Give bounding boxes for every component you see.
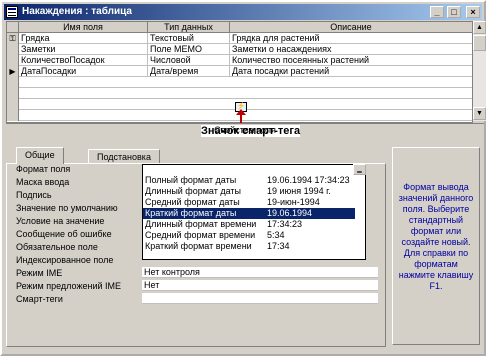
list-item[interactable]: Длинный формат времени 17:34:23	[143, 219, 355, 230]
table-icon	[6, 6, 18, 18]
title-bar[interactable]: Накаждения : таблица _ □ ×	[4, 4, 482, 20]
list-item[interactable]: Длинный формат даты 19 июня 1994 г.	[143, 186, 355, 197]
list-item[interactable]: Краткий формат времени 17:34	[143, 241, 355, 252]
field-properties-title: Свойства поля	[6, 123, 484, 136]
property-label: Маска ввода	[16, 177, 70, 187]
scroll-thumb[interactable]	[473, 35, 486, 51]
format-dropdown-list[interactable]: ‗ Полный формат даты 19.06.1994 17:34:23 …	[142, 164, 366, 260]
smart-tags-field[interactable]	[142, 293, 378, 304]
description-cell[interactable]: Грядка для растений	[230, 33, 472, 44]
window-title: Накаждения : таблица	[22, 6, 132, 17]
scroll-up-icon[interactable]: ▲	[473, 21, 486, 34]
data-type-cell[interactable]: Числовой	[148, 55, 230, 66]
description-cell[interactable]: Заметки о насаждениях	[230, 44, 472, 55]
property-label: Сообщение об ошибке	[16, 229, 112, 239]
data-type-cell[interactable]: Поле MEMO	[148, 44, 230, 55]
row-selector[interactable]	[7, 99, 19, 110]
list-item[interactable]: Средний формат времени 5:34	[143, 230, 355, 241]
property-label: Подпись	[16, 190, 52, 200]
property-label: Формат поля	[16, 164, 71, 174]
help-text-panel: Формат вывода значений данного поля. Выб…	[392, 147, 480, 345]
scroll-down-icon[interactable]: ▼	[473, 107, 486, 120]
maximize-button[interactable]: □	[447, 6, 461, 18]
ime-mode-field[interactable]: Нет контроля	[142, 267, 378, 278]
property-label: Индексированное поле	[16, 255, 114, 265]
property-label: Смарт-теги	[16, 294, 63, 304]
field-name-cell[interactable]: КоличествоПосадок	[19, 55, 148, 66]
property-label: Режим IME	[16, 268, 63, 278]
key-icon[interactable]: ⚿	[7, 33, 19, 44]
row-selector[interactable]	[7, 55, 19, 66]
column-header-field-name[interactable]: Имя поля	[19, 22, 148, 33]
description-cell[interactable]: Количество посеянных растений	[230, 55, 472, 66]
current-row-arrow-icon[interactable]: ▶	[7, 66, 19, 77]
column-header-data-type[interactable]: Тип данных	[148, 22, 230, 33]
data-type-cell[interactable]: Дата/время	[148, 66, 230, 77]
field-grid: Имя поля Тип данных Описание ⚿ Грядка Те…	[6, 21, 473, 137]
table-design-window: Накаждения : таблица _ □ × Имя поля Тип …	[0, 0, 486, 356]
ime-sentence-mode-field[interactable]: Нет	[142, 280, 378, 291]
table-row[interactable]	[7, 77, 472, 88]
property-label: Условие на значение	[16, 216, 105, 226]
data-type-cell[interactable]: Текстовый	[148, 33, 230, 44]
grid-corner	[7, 22, 19, 33]
field-name-cell[interactable]: Грядка	[19, 33, 148, 44]
minimize-button[interactable]: _	[430, 6, 444, 18]
table-row[interactable]: ⚿ Грядка Текстовый Грядка для растений	[7, 33, 472, 44]
table-row[interactable]: Заметки Поле MEMO Заметки о насаждениях	[7, 44, 472, 55]
description-cell[interactable]: Дата посадки растений	[230, 66, 472, 77]
row-selector[interactable]	[7, 88, 19, 99]
table-row[interactable]: КоличествоПосадок Числовой Количество по…	[7, 55, 472, 66]
property-label: Значение по умолчанию	[16, 203, 118, 213]
property-label: Обязательное поле	[16, 242, 98, 252]
column-header-description[interactable]: Описание	[230, 22, 472, 33]
field-name-cell[interactable]: ДатаПосадки	[19, 66, 148, 77]
chevron-down-icon[interactable]: ‗	[353, 164, 366, 175]
vertical-scrollbar[interactable]: ▲ ▼	[472, 21, 486, 121]
row-selector[interactable]	[7, 77, 19, 88]
list-item[interactable]: Средний формат даты 19-июн-1994	[143, 197, 355, 208]
row-selector[interactable]	[7, 44, 19, 55]
tab-general[interactable]: Общие	[16, 147, 64, 164]
list-item-selected[interactable]: Краткий формат даты 19.06.1994	[143, 208, 355, 219]
row-selector[interactable]	[7, 110, 19, 121]
table-row[interactable]	[7, 88, 472, 99]
list-item[interactable]: Полный формат даты 19.06.1994 17:34:23	[143, 175, 355, 186]
close-button[interactable]: ×	[466, 6, 480, 18]
field-name-cell[interactable]: Заметки	[19, 44, 148, 55]
tab-lookup[interactable]: Подстановка	[88, 149, 160, 164]
table-row[interactable]: ▶ ДатаПосадки Дата/время Дата посадки ра…	[7, 66, 472, 77]
property-label: Режим предложений IME	[16, 281, 121, 291]
